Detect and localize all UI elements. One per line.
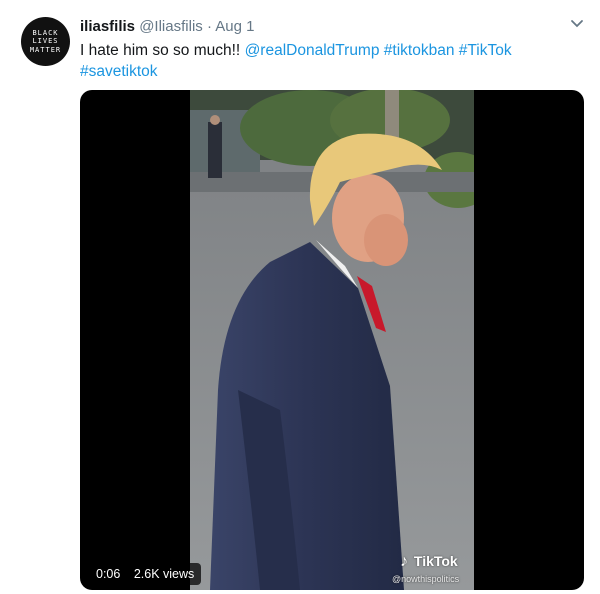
- mention-link[interactable]: @realDonaldTrump: [245, 42, 380, 59]
- tweet-body-text: I hate him so so much!!: [80, 42, 241, 59]
- user-handle[interactable]: @Iliasfilis: [139, 18, 203, 35]
- display-name[interactable]: iliasfilis: [80, 18, 135, 35]
- tweet-date[interactable]: Aug 1: [215, 18, 254, 35]
- tiktok-brand: TikTok: [413, 553, 458, 569]
- video-player[interactable]: 0:06 2.6K views ♪ TikTok @nowthispolitic…: [80, 90, 584, 590]
- tweet-header: iliasfilis @Iliasfilis · Aug 1: [80, 18, 255, 35]
- tweet-card[interactable]: BLACK LIVES MATTER iliasfilis @Iliasfili…: [0, 0, 600, 594]
- hashtag-link[interactable]: #TikTok: [459, 42, 512, 59]
- avatar[interactable]: BLACK LIVES MATTER: [21, 17, 70, 66]
- avatar-line-2: LIVES: [32, 37, 59, 46]
- hashtag-link[interactable]: #savetiktok: [80, 63, 158, 80]
- chevron-down-icon[interactable]: [570, 19, 584, 29]
- video-frame: [190, 90, 474, 590]
- avatar-line-3: MATTER: [29, 45, 62, 54]
- separator: ·: [206, 18, 212, 35]
- video-views: 2.6K views: [133, 567, 195, 581]
- tweet-text: I hate him so so much!! @realDonaldTrump…: [80, 40, 580, 82]
- tiktok-watermark: ♪ TikTok: [400, 553, 458, 571]
- music-note-icon: ♪: [400, 553, 408, 570]
- video-duration: 0:06: [96, 567, 121, 581]
- video-stats-badge: 0:06 2.6K views: [89, 563, 202, 585]
- hashtag-link[interactable]: #tiktokban: [384, 42, 455, 59]
- avatar-line-1: BLACK: [32, 28, 59, 37]
- tiktok-username: @nowthispolitics: [392, 574, 460, 584]
